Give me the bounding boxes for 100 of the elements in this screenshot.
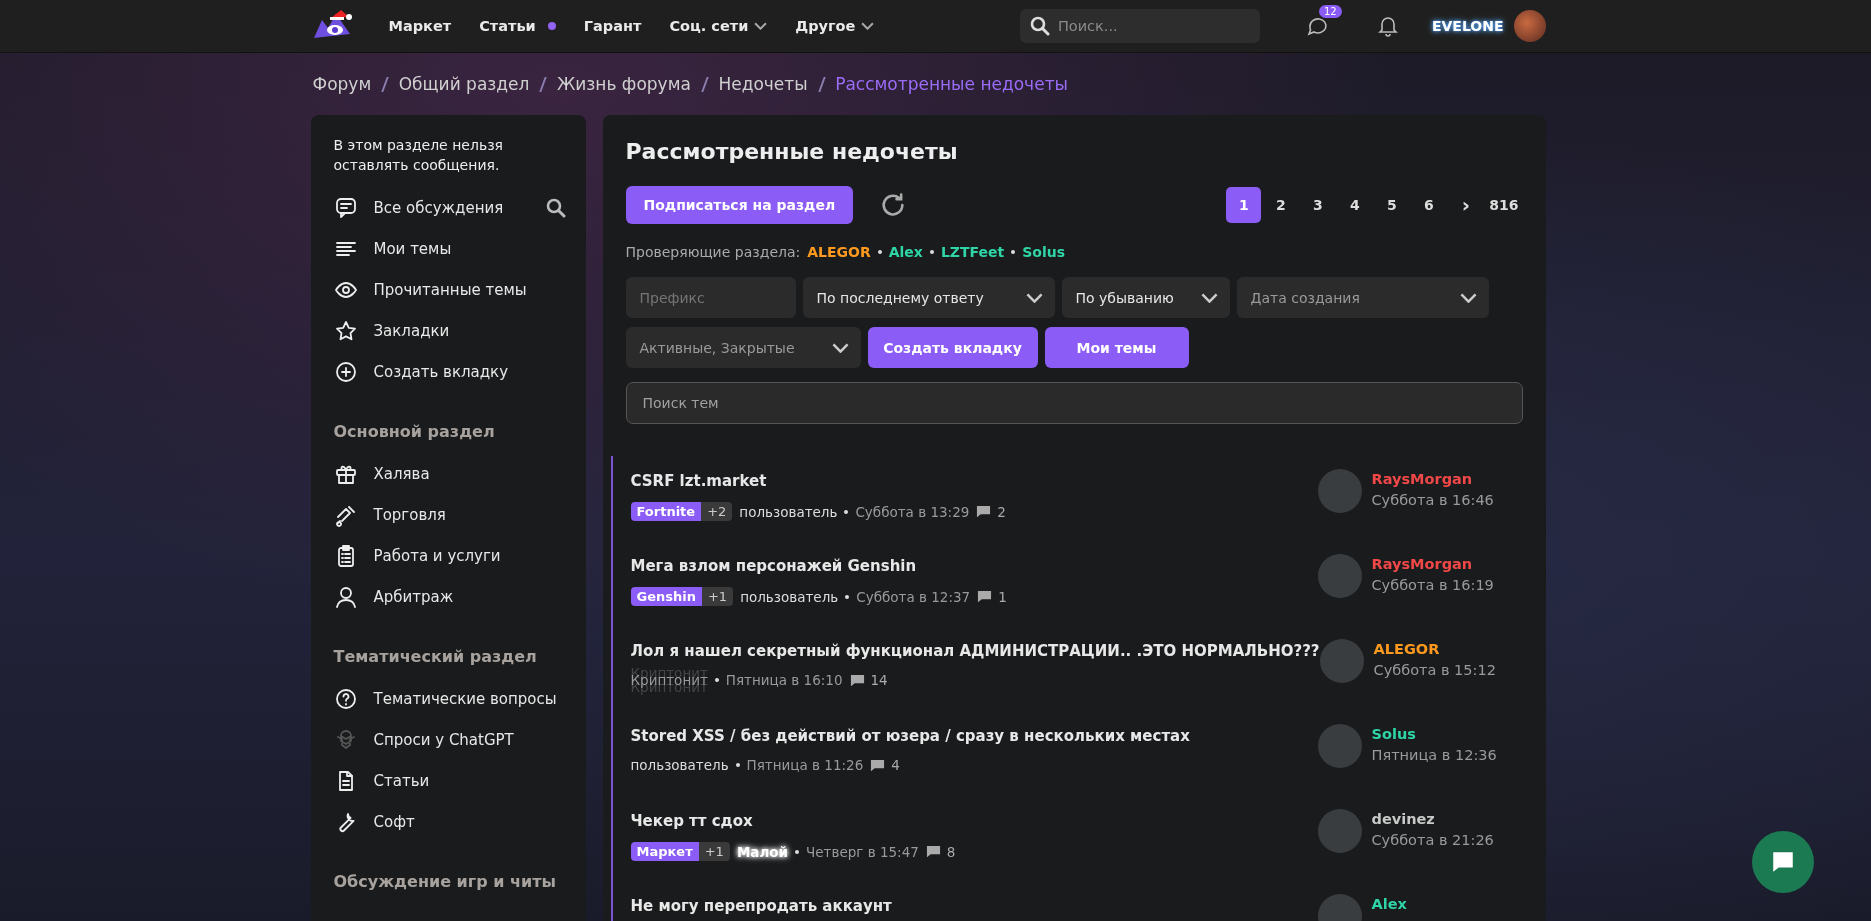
thread-author[interactable]: пользователь xyxy=(740,588,839,605)
reviewer-link[interactable]: Solus xyxy=(1022,244,1066,260)
prefix-tag[interactable]: Fortnite xyxy=(630,502,702,521)
sidebar-item[interactable]: Прочитанные темы xyxy=(333,269,566,310)
last-poster-name[interactable]: RaysMorgan xyxy=(1371,471,1494,487)
page-button[interactable]: 6 xyxy=(1411,187,1447,223)
breadcrumb-separator xyxy=(539,76,547,92)
last-post-date: Суббота в 16:19 xyxy=(1371,577,1494,593)
last-poster-name[interactable]: Alex xyxy=(1371,896,1407,912)
breadcrumb-link[interactable]: Форум xyxy=(312,74,372,94)
sidebar-item[interactable]: Закладки xyxy=(333,310,566,351)
thread-title[interactable]: CSRF lzt.market xyxy=(630,472,1318,490)
action-button[interactable]: Создать вкладку xyxy=(867,327,1038,368)
last-poster-name[interactable]: RaysMorgan xyxy=(1371,556,1494,572)
breadcrumb-link[interactable]: Жизнь форума xyxy=(556,74,691,94)
chat-bubble-icon xyxy=(1770,849,1796,875)
sort-dropdown[interactable]: По убыванию xyxy=(1061,277,1230,318)
thread-author[interactable]: Малой xyxy=(736,843,789,860)
thread-title[interactable]: Stored XSS / без действий от юзера / сразу в нескольких местах xyxy=(630,727,1318,745)
comment-icon xyxy=(870,757,886,773)
sidebar-item[interactable]: Статьи xyxy=(333,760,566,801)
prefix-tag[interactable]: Маркет xyxy=(630,842,699,861)
thread-date: Четверг в 15:47 xyxy=(806,843,919,860)
last-poster-name[interactable]: devinez xyxy=(1371,811,1494,827)
thread-date: Пятница в 11:26 xyxy=(746,757,864,773)
last-poster-name[interactable]: ALEGOR xyxy=(1373,641,1496,657)
search-field[interactable]: Поиск... xyxy=(1019,9,1260,43)
section-heading: Тематический раздел xyxy=(333,647,538,666)
sidebar-item[interactable]: Тематические вопросы xyxy=(333,678,566,719)
plus-circle-icon xyxy=(333,359,358,384)
nav-link[interactable]: Статьи xyxy=(465,6,570,46)
sidebar-item[interactable]: Торговля xyxy=(333,494,566,535)
page-button[interactable]: 4 xyxy=(1337,187,1373,223)
reviewer-link[interactable]: LZTFeet xyxy=(940,244,1005,260)
sidebar-item[interactable]: Все обсуждения xyxy=(333,187,566,228)
more-prefixes-tag[interactable]: +1 xyxy=(698,842,730,861)
user-avatar[interactable] xyxy=(1513,10,1546,42)
page-button[interactable]: 2 xyxy=(1263,187,1299,223)
sort-dropdown[interactable]: Дата создания xyxy=(1236,277,1489,318)
chevron-icon xyxy=(1025,292,1043,303)
reply-count: 14 xyxy=(870,672,888,688)
search-icon[interactable] xyxy=(545,197,566,218)
chat-bubble-icon xyxy=(333,195,358,220)
message-count-badge: 12 xyxy=(1318,5,1342,18)
sidebar-item[interactable]: Мои темы xyxy=(333,228,566,269)
more-prefixes-tag[interactable]: +2 xyxy=(701,502,733,521)
thread-author[interactable]: пользователь xyxy=(739,503,838,520)
last-poster-name[interactable]: Solus xyxy=(1371,726,1497,742)
nav-link[interactable]: Другое xyxy=(781,6,889,46)
sidebar-item[interactable]: Арбитраж xyxy=(333,576,566,617)
section-heading: Обсуждение игр и читы xyxy=(333,872,557,891)
chevron-icon xyxy=(1459,292,1477,303)
thread-date: Суббота в 12:37 xyxy=(856,588,971,605)
breadcrumb-link[interactable]: Недочеты xyxy=(718,74,808,94)
more-prefixes-tag[interactable]: +1 xyxy=(701,587,734,606)
thread-title[interactable]: Мега взлом персонажей Genshin xyxy=(630,557,1318,575)
reviewer-link[interactable]: Alex xyxy=(888,244,923,260)
last-page-button[interactable]: 816 xyxy=(1485,187,1523,223)
sidebar-item[interactable]: Работа и услуги xyxy=(333,535,566,576)
nav-link[interactable]: Соц. сети xyxy=(655,6,782,46)
subscribe-button[interactable]: Подписаться на раздел xyxy=(625,186,854,224)
next-page-button[interactable]: › xyxy=(1448,187,1484,223)
nav-link[interactable]: Гарант xyxy=(569,6,656,46)
section-notice: В этом разделе нельзя оставлять сообщения. xyxy=(333,136,505,175)
sort-dropdown[interactable]: По последнему ответу xyxy=(802,277,1055,318)
breadcrumb-link[interactable]: Общий раздел xyxy=(398,74,530,94)
sidebar-item[interactable]: Софт xyxy=(333,801,566,842)
star-icon xyxy=(333,318,358,343)
reviewer-link[interactable]: ALEGOR xyxy=(807,244,871,260)
sidebar-item[interactable]: Создать вкладку xyxy=(333,351,566,392)
page-button[interactable]: 5 xyxy=(1374,187,1410,223)
breadcrumb-separator xyxy=(817,76,825,92)
user-icon xyxy=(333,584,358,609)
prefix-field[interactable]: Префикс xyxy=(625,277,796,318)
sidebar-item[interactable]: Спроси у ChatGPT xyxy=(333,719,566,760)
thread-title[interactable]: Лол я нашел секретный функционал АДМИНИСТРАЦИИ.. .ЭТО НОРМАЛЬНО??? xyxy=(630,642,1320,660)
bell-icon[interactable] xyxy=(1375,14,1400,38)
thread-title[interactable]: Не могу перепродать аккаунт xyxy=(630,897,1318,915)
last-post-date: Суббота в 21:26 xyxy=(1371,832,1494,848)
breadcrumb-link[interactable]: Рассмотренные недочеты xyxy=(835,74,1068,94)
sidebar-item[interactable]: Халява xyxy=(333,453,566,494)
nav-link[interactable]: Маркет xyxy=(374,6,466,46)
thread-title[interactable]: Чекер тт сдох xyxy=(630,812,1318,830)
page-button[interactable]: 1 xyxy=(1226,187,1262,223)
action-button[interactable]: Мои темы xyxy=(1044,327,1189,368)
chevron-icon xyxy=(1200,292,1218,303)
thread-search-field[interactable]: Поиск тем xyxy=(625,382,1523,424)
thread-author[interactable]: пользователь xyxy=(630,757,729,773)
thread-date: Суббота в 13:29 xyxy=(855,503,970,520)
sort-dropdown[interactable]: Активные, Закрытые xyxy=(625,327,861,368)
reply-count: 2 xyxy=(997,503,1006,520)
thread-author[interactable]: Криптонит xyxy=(630,672,708,688)
comment-icon xyxy=(925,844,941,859)
section-heading: Основной раздел xyxy=(333,422,496,441)
prefix-tag[interactable]: Genshin xyxy=(630,587,702,606)
breadcrumb-separator xyxy=(381,76,389,92)
username[interactable]: EVELONE xyxy=(1431,18,1504,34)
thread-date: Пятница в 16:10 xyxy=(725,672,843,688)
page-button[interactable]: 3 xyxy=(1300,187,1336,223)
reply-count: 1 xyxy=(998,588,1007,605)
